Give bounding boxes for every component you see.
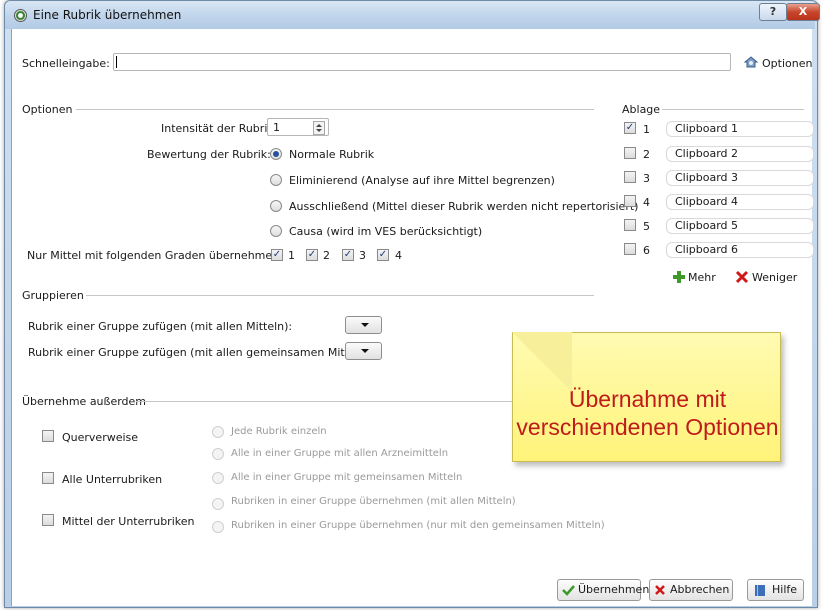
options-section-title: Optionen — [22, 103, 73, 116]
grades-label: Nur Mittel mit folgenden Graden übernehm… — [27, 249, 283, 262]
grade-label: 3 — [359, 249, 366, 262]
help-button[interactable]: Hilfe — [747, 579, 804, 601]
clipboard-name-field[interactable]: Clipboard 3 — [666, 170, 814, 186]
plus-icon[interactable] — [672, 270, 686, 284]
group-common-dropdown[interactable] — [345, 342, 382, 360]
grade-checkbox-3[interactable]: ✓ — [342, 249, 354, 261]
clipboard-number: 2 — [643, 148, 650, 161]
grade-checkbox-2[interactable]: ✓ — [306, 249, 318, 261]
rating-radio-ausschliessend[interactable] — [270, 200, 282, 212]
spin-arrows-icon[interactable] — [313, 121, 325, 135]
clipboard-checkbox-5[interactable] — [624, 219, 636, 231]
group-mode-radio-single[interactable] — [212, 426, 224, 438]
group-common-label: Rubrik einer Gruppe zufügen (mit allen g… — [28, 346, 374, 359]
clipboard-checkbox-3[interactable] — [624, 171, 636, 183]
rating-option-label: Eliminierend (Analyse auf ihre Mittel be… — [289, 174, 555, 187]
help-button-label: Hilfe — [772, 583, 798, 596]
quick-entry-label: Schnelleingabe: — [22, 57, 110, 70]
clipboard-checkbox-2[interactable] — [624, 147, 636, 159]
more-link[interactable]: Mehr — [688, 271, 716, 284]
group-divider — [86, 295, 594, 296]
clipboard-number: 4 — [643, 196, 650, 209]
intensity-spinbox[interactable]: 1 — [267, 118, 329, 136]
group-mode-label: Rubriken in einer Gruppe übernehmen (mit… — [231, 496, 516, 507]
intensity-value: 1 — [273, 121, 280, 134]
clipboard-checkbox-4[interactable] — [624, 195, 636, 207]
options-icon[interactable] — [743, 55, 759, 69]
title-bar[interactable]: Eine Rubrik übernehmen ? X — [5, 1, 820, 29]
options-divider — [76, 109, 594, 110]
clipboard-name-field[interactable]: Clipboard 2 — [666, 146, 814, 162]
quick-entry-input[interactable] — [113, 53, 731, 71]
group-mode-radio-rubrics-all[interactable] — [212, 498, 224, 510]
clipboard-checkbox-6[interactable] — [624, 243, 636, 255]
app-icon — [14, 9, 27, 22]
rating-label: Bewertung der Rubrik: — [147, 148, 271, 161]
checkmark-icon — [562, 585, 575, 596]
also-divider — [136, 401, 524, 402]
close-button[interactable]: X — [786, 3, 820, 21]
querverweise-label: Querverweise — [62, 431, 139, 444]
callout-note-fold — [512, 332, 572, 392]
group-mode-label: Jede Rubrik einzeln — [231, 426, 327, 437]
group-mode-label: Alle in einer Gruppe mit allen Arzneimit… — [231, 448, 449, 459]
group-mode-radio-common[interactable] — [212, 472, 224, 484]
callout-note-text: Übernahme mit verschiendenen Optionen — [516, 386, 779, 440]
grade-checkbox-1[interactable]: ✓ — [271, 249, 283, 261]
cancel-button-label: Abbrechen — [670, 583, 730, 596]
grade-label: 2 — [323, 249, 330, 262]
group-all-dropdown[interactable] — [345, 316, 382, 334]
clipboard-number: 3 — [643, 172, 650, 185]
options-link[interactable]: Optionen — [762, 57, 812, 70]
remove-icon[interactable] — [735, 270, 749, 284]
cancel-button[interactable]: Abbrechen — [649, 579, 733, 601]
grade-label: 4 — [395, 249, 402, 262]
clipboard-number: 5 — [643, 220, 650, 233]
clipboard-number: 6 — [643, 244, 650, 257]
unterrubriken-checkbox[interactable] — [42, 472, 54, 484]
clipboard-checkbox-1[interactable]: ✓ — [624, 122, 636, 134]
mittel-unterrubriken-label: Mittel der Unterrubriken — [62, 515, 195, 528]
clipboard-name-field[interactable]: Clipboard 5 — [666, 218, 814, 234]
cancel-icon — [655, 585, 665, 595]
clipboard-number: 1 — [643, 123, 650, 136]
rating-radio-causa[interactable] — [270, 225, 282, 237]
also-section-title: Übernehme außerdem — [22, 395, 147, 408]
group-mode-label: Rubriken in einer Gruppe übernehmen (nur… — [231, 520, 605, 531]
dialog-client: Schnelleingabe: Optionen Optionen Intens… — [11, 29, 814, 606]
unterrubriken-label: Alle Unterrubriken — [62, 473, 163, 486]
querverweise-checkbox[interactable] — [42, 430, 54, 442]
rating-option-label: Ausschließend (Mittel dieser Rubrik werd… — [289, 200, 639, 213]
apply-button[interactable]: Übernehmen — [557, 579, 649, 601]
intensity-label: Intensität der Rubrik: — [161, 122, 278, 135]
group-mode-label: Alle in einer Gruppe mit gemeinsamen Mit… — [231, 472, 463, 483]
clipboard-name-field[interactable]: Clipboard 1 — [666, 121, 814, 137]
grade-checkbox-4[interactable]: ✓ — [377, 249, 389, 261]
group-mode-radio-rubrics-common[interactable] — [212, 521, 224, 533]
rating-radio-eliminierend[interactable] — [270, 174, 282, 186]
group-all-label: Rubrik einer Gruppe zufügen (mit allen M… — [28, 320, 293, 333]
rating-option-label: Normale Rubrik — [289, 148, 375, 161]
less-link[interactable]: Weniger — [752, 271, 797, 284]
rating-radio-normal[interactable] — [270, 148, 282, 160]
group-mode-radio-all-remedies[interactable] — [212, 448, 224, 460]
help-title-button[interactable]: ? — [759, 3, 787, 21]
clipboard-name-field[interactable]: Clipboard 4 — [666, 194, 814, 210]
help-book-icon — [755, 585, 765, 596]
mittel-unterrubriken-checkbox[interactable] — [42, 514, 54, 526]
apply-button-label: Übernehmen — [578, 583, 650, 596]
clipboard-name-field[interactable]: Clipboard 6 — [666, 242, 814, 258]
window-title: Eine Rubrik übernehmen — [33, 8, 182, 22]
ablage-section-title: Ablage — [622, 103, 661, 116]
ablage-divider — [662, 109, 804, 110]
text-cursor — [116, 56, 117, 68]
group-section-title: Gruppieren — [22, 289, 84, 302]
rating-option-label: Causa (wird im VES berücksichtigt) — [289, 225, 483, 238]
grade-label: 1 — [288, 249, 295, 262]
